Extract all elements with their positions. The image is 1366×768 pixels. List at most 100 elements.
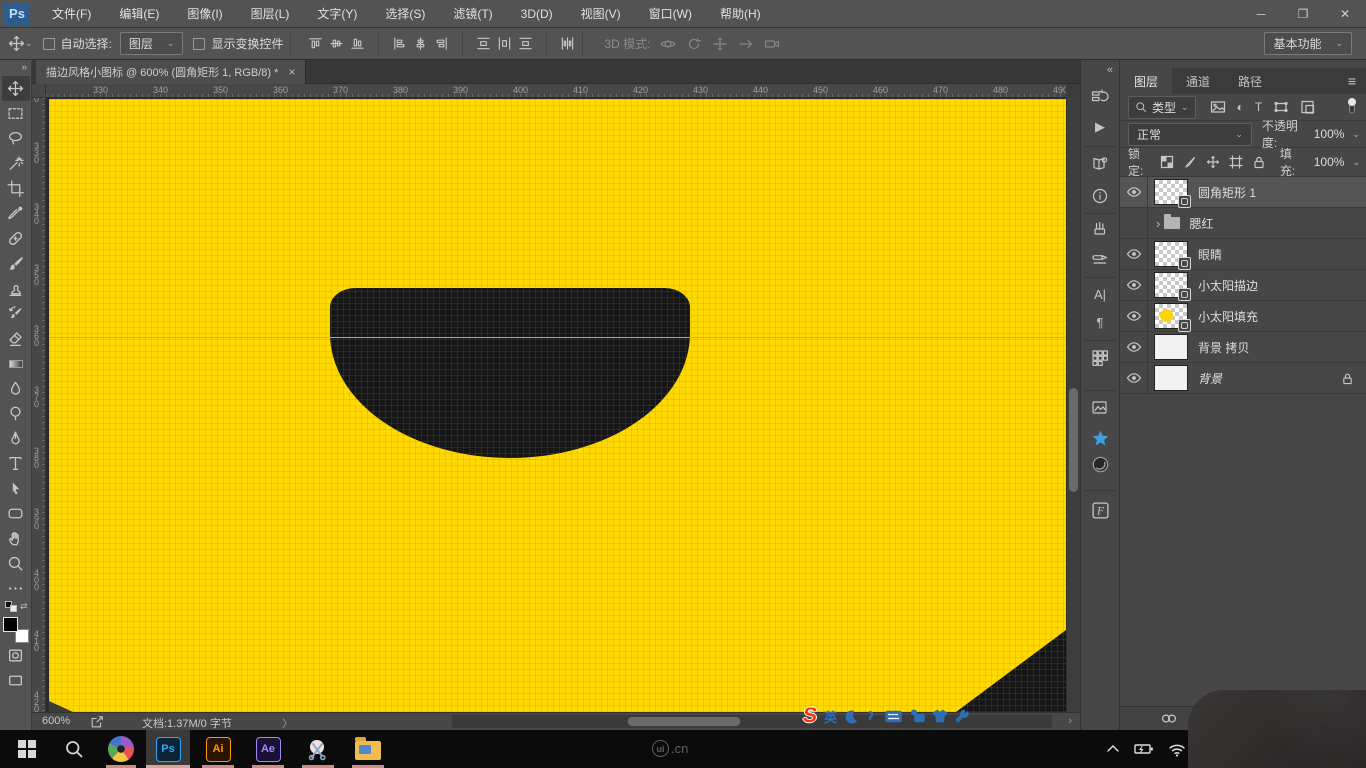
menu-item-4[interactable]: 文字(Y) [303,0,371,28]
eraser-tool[interactable] [2,326,30,351]
ime-keyboard-icon[interactable] [885,710,902,723]
workspace-switcher[interactable]: 基本功能 ⌄ [1264,32,1352,55]
menu-item-8[interactable]: 视图(V) [567,0,635,28]
visibility-toggle[interactable] [1120,177,1148,207]
restore-button[interactable]: ❐ [1282,0,1324,28]
libraries-panel-button[interactable] [1087,152,1113,176]
vertical-scrollbar[interactable] [1066,98,1080,712]
layer-row-sun-fill[interactable]: 小太阳填充 [1120,301,1366,332]
lock-pixels-icon[interactable] [1183,155,1197,169]
start-button[interactable] [4,730,50,768]
menu-item-5[interactable]: 选择(S) [371,0,439,28]
auto-select-dropdown[interactable]: 图层 ⌄ [120,32,184,55]
menu-item-0[interactable]: 文件(F) [38,0,105,28]
lock-artboard-icon[interactable] [1229,155,1243,169]
layer-name[interactable]: 小太阳描边 [1198,277,1258,294]
menu-item-7[interactable]: 3D(D) [507,0,567,28]
plugin-star-icon[interactable] [1087,426,1113,450]
blur-tool[interactable] [2,376,30,401]
foreground-background-swatches[interactable] [3,617,29,643]
distribute-top-button[interactable] [476,36,491,51]
filter-smart-object-icon[interactable] [1300,99,1316,115]
lock-position-icon[interactable] [1206,155,1220,169]
clone-stamp-tool[interactable] [2,276,30,301]
align-hcenter-button[interactable] [413,36,428,51]
pen-tool[interactable] [2,426,30,451]
info-panel-button[interactable] [1087,184,1113,208]
lock-all-icon[interactable] [1252,155,1266,169]
visibility-toggle[interactable] [1120,332,1148,362]
ime-toolbox-icon[interactable]: 24 [909,709,925,723]
menu-item-3[interactable]: 图层(L) [237,0,304,28]
path-selection-tool[interactable] [2,476,30,501]
more-tools[interactable] [2,576,30,601]
toolbox-collapse-icon[interactable]: » [21,62,27,76]
dodge-tool[interactable] [2,401,30,426]
close-button[interactable]: ✕ [1324,0,1366,28]
foreground-color-swatch[interactable] [3,617,18,632]
document-tab[interactable]: 描边风格小图标 @ 600% (圆角矩形 1, RGB/8) * × [36,60,306,84]
canvas-document[interactable] [49,99,1066,712]
layer-row-background-copy[interactable]: 背景 拷贝 [1120,332,1366,363]
brush-settings-panel-button[interactable] [1087,218,1113,242]
move-tool-preset[interactable]: ⌄ [8,35,33,52]
tab-channels[interactable]: 通道 [1172,68,1224,94]
align-left-button[interactable] [392,36,407,51]
menu-item-6[interactable]: 滤镜(T) [439,0,506,28]
layer-thumbnail[interactable] [1154,365,1188,391]
default-colors-control[interactable]: ⇄ [3,601,29,613]
layer-thumbnail[interactable] [1154,272,1188,298]
visibility-toggle[interactable] [1120,301,1148,331]
vertical-ruler[interactable]: 3 2 03 3 03 4 03 5 03 6 03 7 03 8 03 9 0… [32,98,46,712]
show-transform-checkbox[interactable] [193,38,205,50]
taskbar-explorer-button[interactable] [346,730,390,768]
export-icon[interactable] [90,715,104,729]
menu-item-1[interactable]: 编辑(E) [105,0,173,28]
panel-menu-icon[interactable]: ≡ [1348,73,1356,89]
history-panel-button[interactable] [1087,85,1113,109]
spot-healing-brush-tool[interactable] [2,226,30,251]
character-panel-button[interactable]: A| [1087,282,1113,306]
status-chevron-icon[interactable]: 〉 [282,715,293,731]
swatches-panel-button[interactable] [1087,346,1113,370]
filter-shape-icon[interactable] [1273,99,1289,115]
sogou-logo-icon[interactable]: S [801,704,818,728]
dock-collapse-icon[interactable]: « [1107,64,1113,76]
close-tab-icon[interactable]: × [288,65,295,79]
status-chevron2-icon[interactable]: › [1068,715,1072,727]
opacity-field[interactable]: 100% ⌄ [1308,125,1366,143]
layer-name[interactable]: 背景 [1198,370,1222,387]
wifi-icon[interactable] [1168,742,1186,757]
tray-expand-chevron-icon[interactable] [1106,742,1120,756]
distribute-bottom-button[interactable] [518,36,533,51]
layer-thumbnail[interactable] [1154,179,1188,205]
minimize-button[interactable]: ─ [1240,0,1282,28]
type-tool[interactable] [2,451,30,476]
history-brush-tool[interactable] [2,301,30,326]
move-tool[interactable] [2,76,30,101]
link-layers-icon[interactable] [1160,712,1178,725]
taskbar-aftereffects-button[interactable]: Ae [246,730,290,768]
taskbar-search-button[interactable] [54,730,94,768]
swap-colors-icon[interactable]: ⇄ [20,601,28,612]
paragraph-panel-button[interactable]: ¶ [1087,310,1113,334]
ime-punctuation-icon[interactable] [866,709,878,723]
align-vcenter-button[interactable] [329,36,344,51]
align-top-button[interactable] [308,36,323,51]
canvas-viewport[interactable] [46,98,1066,712]
camera-raw-icon[interactable] [1087,452,1113,476]
glyphs-panel-button[interactable]: F [1087,498,1113,522]
gradient-tool[interactable] [2,351,30,376]
layer-row-eyes[interactable]: 眼睛 [1120,239,1366,270]
blend-mode-dropdown[interactable]: 正常 ⌄ [1128,123,1252,146]
zoom-tool[interactable] [2,551,30,576]
rectangular-marquee-tool[interactable] [2,101,30,126]
taskbar-illustrator-button[interactable]: Ai [196,730,240,768]
screen-mode-button[interactable] [2,668,30,693]
visibility-toggle[interactable] [1120,208,1148,238]
taskbar-screenshot-tool-button[interactable] [296,730,340,768]
distribute-spacing-button[interactable] [560,36,575,51]
layer-thumbnail[interactable] [1154,241,1188,267]
filter-adjustment-icon[interactable]: ◐ [1237,100,1244,114]
layer-row-background[interactable]: 背景 [1120,363,1366,394]
